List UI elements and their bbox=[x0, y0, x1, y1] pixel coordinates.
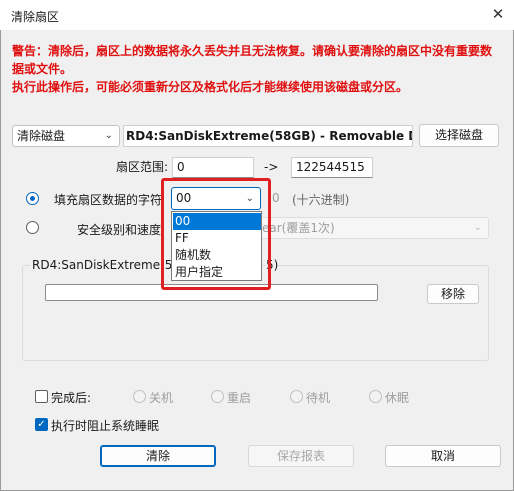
after-radio-shutdown[interactable] bbox=[133, 390, 146, 403]
fill-char-radio[interactable] bbox=[26, 192, 39, 205]
after-radio-hibernate[interactable] bbox=[369, 390, 382, 403]
cancel-button[interactable]: 取消 bbox=[385, 445, 501, 467]
prevent-sleep-checkbox[interactable]: ✓ bbox=[35, 418, 48, 431]
after-option-hibernate: 休眠 bbox=[385, 391, 410, 405]
progress-group-title: RD4:SanDiskExtreme(58 bbox=[30, 258, 183, 272]
range-arrow: -> bbox=[264, 160, 279, 174]
after-complete-label: 完成后: bbox=[51, 391, 92, 405]
remove-button[interactable]: 移除 bbox=[427, 284, 479, 304]
close-icon[interactable]: ✕ bbox=[488, 4, 508, 24]
window-title: 清除扇区 bbox=[11, 10, 60, 24]
chevron-down-icon: ⌄ bbox=[104, 130, 113, 141]
security-level-radio[interactable] bbox=[26, 221, 39, 234]
after-radio-standby[interactable] bbox=[290, 390, 303, 403]
warning-line-3: 执行此操作后，可能必须重新分区及格式化后才能继续使用该磁盘或分区。 bbox=[12, 80, 409, 94]
range-end-input[interactable]: 122544515 bbox=[291, 157, 373, 178]
after-option-shutdown: 关机 bbox=[149, 391, 174, 405]
warning-line-2: 据或文件。 bbox=[12, 62, 73, 76]
after-radio-restart[interactable] bbox=[211, 390, 224, 403]
fill-hex-hint: (十六进制) bbox=[292, 193, 350, 207]
after-complete-checkbox[interactable] bbox=[35, 390, 48, 403]
target-disk-label: RD4:SanDiskExtreme(58GB) - Removable Dis… bbox=[123, 125, 413, 147]
after-option-restart: 重启 bbox=[227, 391, 252, 405]
security-level-select[interactable]: ear(覆盖1次) ⌄ bbox=[255, 217, 489, 239]
erase-mode-select[interactable]: 清除磁盘 ⌄ bbox=[12, 125, 120, 147]
security-level-value: ear(覆盖1次) bbox=[262, 221, 335, 235]
select-disk-button[interactable]: 选择磁盘 bbox=[419, 124, 499, 147]
range-start-input[interactable]: 0 bbox=[172, 157, 254, 178]
check-icon: ✓ bbox=[37, 419, 46, 430]
erase-button[interactable]: 清除 bbox=[100, 445, 216, 467]
security-level-label: 安全级别和速度 bbox=[77, 223, 162, 237]
annotation-highlight-box bbox=[161, 178, 271, 290]
title-bar bbox=[0, 0, 514, 30]
after-option-standby: 待机 bbox=[306, 391, 331, 405]
chevron-down-icon: ⌄ bbox=[473, 222, 482, 233]
warning-line-1: 警告：清除后，扇区上的数据将永久丢失并且无法恢复。请确认要清除的扇区中没有重要数 bbox=[12, 44, 493, 58]
save-report-button[interactable]: 保存报表 bbox=[248, 445, 354, 467]
sector-range-label: 扇区范围: bbox=[116, 160, 169, 174]
erase-mode-value: 清除磁盘 bbox=[17, 129, 66, 143]
fill-char-label: 填充扇区数据的字符 bbox=[54, 193, 163, 207]
fill-hex-prefix-text: 0 bbox=[272, 191, 280, 205]
progress-group-title-left: RD4:SanDiskExtreme(58 bbox=[32, 258, 181, 272]
prevent-sleep-label: 执行时阻止系统睡眠 bbox=[51, 419, 160, 433]
